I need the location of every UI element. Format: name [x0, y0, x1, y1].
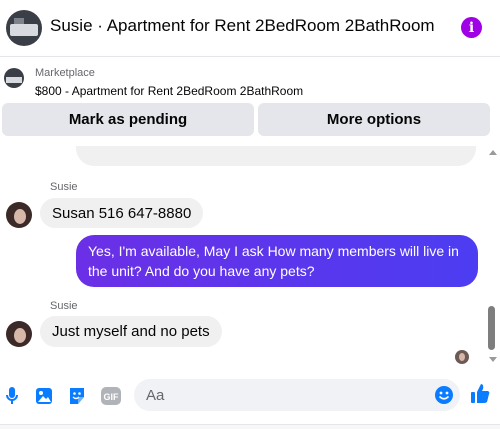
- sender-name: Susie: [50, 300, 78, 312]
- sticker-icon[interactable]: [67, 386, 87, 406]
- emoji-icon[interactable]: [434, 385, 454, 405]
- outgoing-message-bubble[interactable]: Yes, I'm available, May I ask How many m…: [76, 235, 478, 287]
- seen-receipt-avatar: [455, 350, 469, 364]
- bottom-divider: [0, 424, 500, 429]
- microphone-icon[interactable]: [2, 386, 22, 406]
- chat-scrollbar[interactable]: [485, 146, 499, 370]
- listing-title[interactable]: $800 - Apartment for Rent 2BedRoom 2Bath…: [35, 84, 303, 98]
- conversation-title[interactable]: Susie · Apartment for Rent 2BedRoom 2Bat…: [50, 16, 435, 36]
- previous-message-bubble: [76, 146, 476, 166]
- room-detail: [10, 24, 38, 36]
- listing-thumbnail[interactable]: [4, 68, 24, 88]
- photo-icon[interactable]: [34, 386, 54, 406]
- thumbs-up-icon[interactable]: [470, 384, 490, 404]
- marketplace-listing-bar: Marketplace $800 - Apartment for Rent 2B…: [0, 56, 500, 146]
- marketplace-label: Marketplace: [35, 67, 95, 79]
- gif-label: GIF: [104, 392, 120, 402]
- message-input-placeholder: Aa: [146, 387, 165, 404]
- conversation-header: Susie · Apartment for Rent 2BedRoom 2Bat…: [0, 0, 500, 56]
- sender-name: Susie: [50, 181, 78, 193]
- mark-as-pending-button[interactable]: Mark as pending: [2, 103, 254, 136]
- message-list[interactable]: Susie Susan 516 647-8880 Yes, I'm availa…: [0, 146, 500, 370]
- sender-avatar[interactable]: [6, 321, 32, 347]
- scroll-thumb[interactable]: [488, 306, 495, 350]
- message-input[interactable]: Aa: [134, 379, 460, 411]
- scroll-down-arrow-icon[interactable]: [489, 357, 497, 362]
- incoming-message-bubble[interactable]: Susan 516 647-8880: [40, 198, 204, 228]
- sender-avatar[interactable]: [6, 202, 32, 228]
- gif-icon[interactable]: GIF: [101, 386, 121, 406]
- message-composer: GIF Aa: [0, 372, 500, 420]
- scroll-up-arrow-icon[interactable]: [489, 150, 497, 155]
- more-options-button[interactable]: More options: [258, 103, 490, 136]
- info-icon[interactable]: i: [461, 17, 482, 38]
- incoming-message-bubble[interactable]: Just myself and no pets: [40, 316, 222, 347]
- listing-avatar[interactable]: [6, 10, 42, 46]
